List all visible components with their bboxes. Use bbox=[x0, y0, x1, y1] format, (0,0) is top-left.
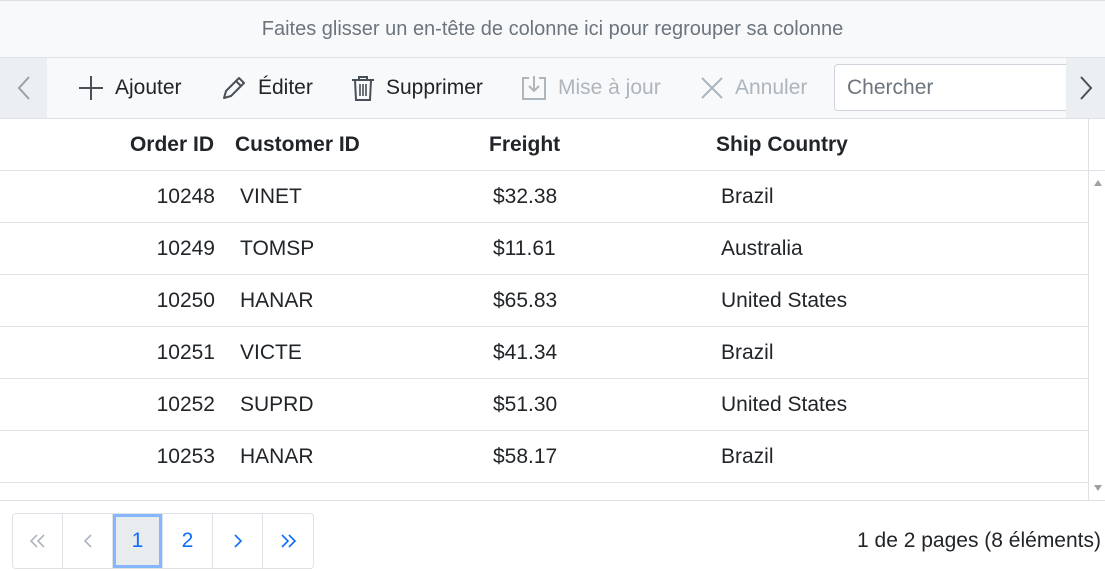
search-input[interactable] bbox=[834, 64, 1066, 111]
toolbar-scroll-right-button[interactable] bbox=[1066, 58, 1105, 118]
triangle-down-icon bbox=[1093, 485, 1102, 491]
column-header-customer-id[interactable]: Customer ID bbox=[235, 119, 465, 171]
cancel-button[interactable]: Annuler bbox=[699, 68, 807, 108]
double-chevron-right-icon bbox=[281, 534, 297, 548]
ship-country-cell: Brazil bbox=[721, 341, 774, 364]
order-id-cell: 10249 bbox=[156, 237, 215, 260]
ship-country-cell: United States bbox=[721, 289, 848, 312]
toolbar-scroll-left-button[interactable] bbox=[0, 58, 47, 118]
close-icon bbox=[701, 77, 723, 99]
pager-bar: 1 2 1 de 2 pages (8 éléments) bbox=[0, 500, 1105, 571]
column-header-order-id[interactable]: Order ID bbox=[0, 119, 214, 171]
customer-id-cell: TOMSP bbox=[240, 237, 315, 260]
vertical-scrollbar[interactable] bbox=[1088, 171, 1105, 500]
next-page-button[interactable] bbox=[213, 514, 263, 568]
scroll-up-button[interactable] bbox=[1089, 175, 1105, 191]
pager: 1 2 bbox=[12, 513, 314, 569]
order-id-cell: 10252 bbox=[156, 393, 215, 416]
order-id-cell: 10253 bbox=[156, 445, 215, 468]
group-drop-area[interactable]: Faites glisser un en-tête de colonne ici… bbox=[0, 0, 1105, 58]
grid-body: 10248 VINET $32.38 Brazil 10249 TOMSP $1… bbox=[0, 171, 1088, 500]
chevron-right-icon bbox=[233, 534, 242, 548]
trash-icon bbox=[352, 76, 374, 101]
grid-header-row: Order ID Customer ID Freight Ship Countr… bbox=[0, 119, 1088, 171]
customer-id-cell: HANAR bbox=[240, 445, 314, 468]
ship-country-cell: Brazil bbox=[721, 185, 774, 208]
double-chevron-left-icon bbox=[29, 534, 45, 548]
update-button-label: Mise à jour bbox=[558, 76, 661, 99]
edit-button[interactable]: Éditer bbox=[220, 68, 313, 108]
column-header-freight[interactable]: Freight bbox=[489, 119, 689, 171]
pager-info: 1 de 2 pages (8 éléments) bbox=[857, 529, 1101, 552]
add-button[interactable]: Ajouter bbox=[77, 68, 182, 108]
column-header-ship-country[interactable]: Ship Country bbox=[716, 119, 1016, 171]
freight-cell: $58.17 bbox=[493, 445, 558, 468]
previous-page-button[interactable] bbox=[63, 514, 113, 568]
ship-country-cell: Australia bbox=[721, 237, 803, 260]
header-scrollbar-filler bbox=[1088, 119, 1105, 171]
cancel-button-label: Annuler bbox=[735, 76, 808, 99]
customer-id-cell: HANAR bbox=[240, 289, 314, 312]
scroll-down-button[interactable] bbox=[1089, 480, 1105, 496]
pencil-icon bbox=[223, 77, 245, 99]
table-row[interactable]: 10252 SUPRD $51.30 United States bbox=[0, 379, 1088, 431]
delete-button-label: Supprimer bbox=[386, 76, 483, 99]
triangle-up-icon bbox=[1093, 180, 1102, 186]
last-page-button[interactable] bbox=[263, 514, 313, 568]
edit-button-label: Éditer bbox=[258, 76, 313, 99]
ship-country-cell: Brazil bbox=[721, 445, 774, 468]
table-row[interactable]: 10250 HANAR $65.83 United States bbox=[0, 275, 1088, 327]
order-id-cell: 10248 bbox=[156, 185, 215, 208]
save-icon bbox=[522, 76, 546, 100]
table-row[interactable]: 10249 TOMSP $11.61 Australia bbox=[0, 223, 1088, 275]
chevron-left-icon bbox=[17, 76, 30, 100]
order-id-cell: 10251 bbox=[156, 341, 215, 364]
page-2-button[interactable]: 2 bbox=[163, 514, 213, 568]
freight-cell: $65.83 bbox=[493, 289, 558, 312]
customer-id-cell: VICTE bbox=[240, 341, 302, 364]
customer-id-cell: SUPRD bbox=[240, 393, 314, 416]
freight-cell: $51.30 bbox=[493, 393, 558, 416]
customer-id-cell: VINET bbox=[240, 185, 302, 208]
chevron-left-icon bbox=[83, 534, 92, 548]
delete-button[interactable]: Supprimer bbox=[350, 68, 483, 108]
freight-cell: $41.34 bbox=[493, 341, 558, 364]
plus-icon bbox=[79, 76, 103, 100]
table-row[interactable]: 10248 VINET $32.38 Brazil bbox=[0, 171, 1088, 223]
chevron-right-icon bbox=[1079, 76, 1092, 100]
order-id-cell: 10250 bbox=[156, 289, 215, 312]
table-row[interactable]: 10253 HANAR $58.17 Brazil bbox=[0, 431, 1088, 483]
page-1-button[interactable]: 1 bbox=[113, 514, 163, 568]
freight-cell: $11.61 bbox=[493, 237, 556, 260]
add-button-label: Ajouter bbox=[115, 76, 182, 99]
group-drop-text: Faites glisser un en-tête de colonne ici… bbox=[261, 17, 844, 40]
update-button[interactable]: Mise à jour bbox=[520, 68, 661, 108]
first-page-button[interactable] bbox=[13, 514, 63, 568]
ship-country-cell: United States bbox=[721, 393, 848, 416]
toolbar: Ajouter Éditer Supprimer Mise à jour Ann… bbox=[0, 58, 1105, 119]
table-row[interactable]: 10251 VICTE $41.34 Brazil bbox=[0, 327, 1088, 379]
freight-cell: $32.38 bbox=[493, 185, 558, 208]
